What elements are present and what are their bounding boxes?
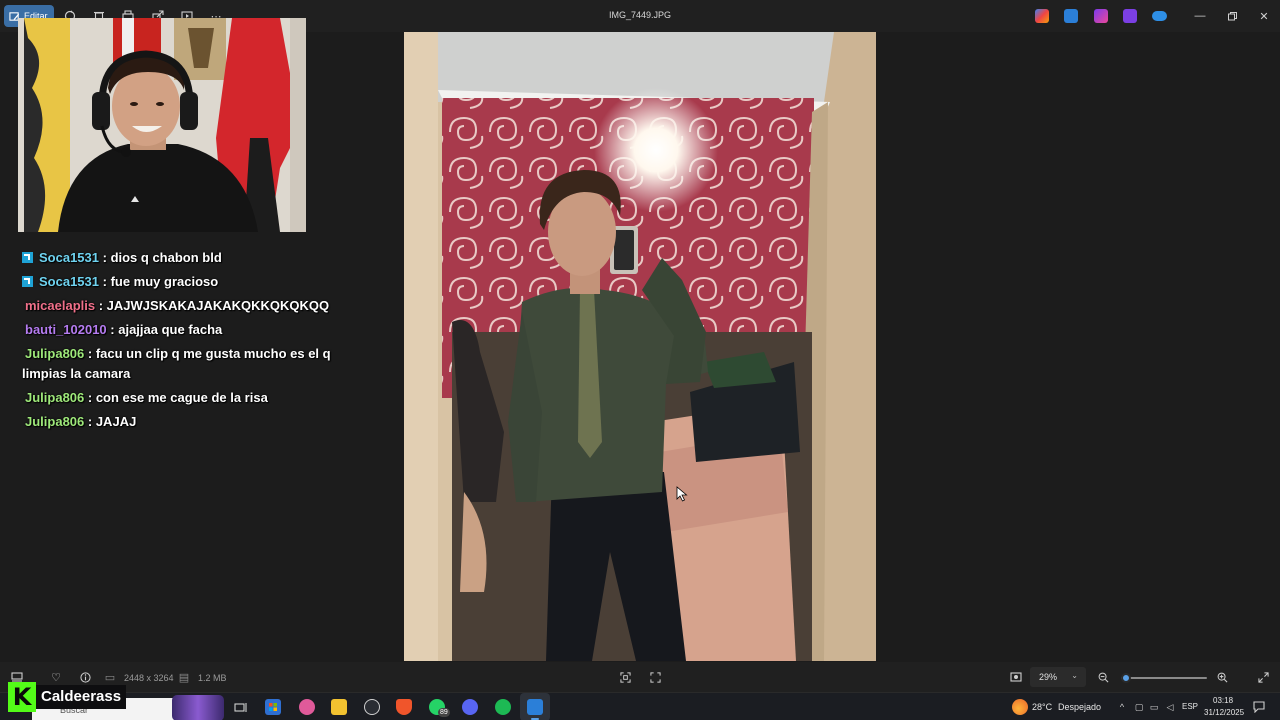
chat-username: bauti_102010 (25, 322, 107, 337)
tray-app-icon[interactable]: ▢ (1133, 701, 1145, 713)
zoom-slider[interactable] (1121, 673, 1207, 683)
zoom-slider-thumb[interactable] (1121, 673, 1132, 683)
clock-time[interactable]: 03:18 (1213, 696, 1233, 705)
chat-message: bauti_102010 : ajajjaa que facha (25, 322, 223, 337)
input-language[interactable]: ESP (1182, 702, 1198, 711)
spotify-icon[interactable] (495, 699, 511, 715)
chat-username: Soca1531 (39, 274, 99, 289)
microsoft-store-icon[interactable] (265, 699, 281, 715)
chat-text: JAJAJ (95, 414, 137, 429)
chat-text: con ese me cague de la risa (95, 390, 268, 405)
zoom-to-fit-icon[interactable] (1008, 669, 1024, 685)
clock-date[interactable]: 31/12/2025 (1204, 708, 1244, 717)
webcam-image (18, 18, 306, 232)
streamer-webcam (18, 18, 306, 232)
file-size-icon: ▤ (178, 671, 190, 684)
photos-app-window: Editar ⋯ IMG_7449.JPG — ✕ Soca1531: dio… (0, 0, 1280, 720)
info-icon[interactable] (77, 669, 93, 685)
task-view-icon[interactable] (232, 699, 248, 715)
chat-text: dios q chabon bld (110, 250, 222, 265)
onedrive-icon[interactable] (1152, 11, 1167, 21)
chat-message: Soca1531 : fue muy gracioso (22, 272, 342, 292)
kick-logo-icon: K (8, 682, 36, 712)
chat-message: micaelaplis : JAJWJSKAKAJAKAKQKKQKQKQQ (25, 298, 330, 313)
photos-app-icon[interactable] (527, 699, 543, 715)
subscriber-badge-icon (22, 276, 33, 287)
chat-message: Julipa806 : JAJAJ (25, 414, 137, 429)
image-size-icon: ▭ (104, 671, 116, 684)
gx-app-icon[interactable] (299, 699, 315, 715)
chevron-up-icon[interactable]: ^ (1116, 701, 1128, 713)
streamer-name: Caldeerass (36, 685, 127, 709)
chat-username: Julipa806 (25, 346, 85, 361)
chat-text: JAJWJSKAKAJAKAKQKKQKQKQQ (106, 298, 330, 313)
chat-text: fue muy gracioso (110, 274, 219, 289)
mirror-selfie-image (404, 32, 876, 661)
chat-username: Soca1531 (39, 250, 99, 265)
designer-icon[interactable] (1094, 9, 1108, 23)
chat-message: Julipa806 : con ese me cague de la risa (25, 390, 268, 405)
chat-username: Julipa806 (25, 414, 85, 429)
file-size: 1.2 MB (198, 673, 227, 683)
chat-text: ajajjaa que facha (118, 322, 223, 337)
search-highlight-image[interactable] (172, 695, 224, 720)
network-icon[interactable]: ▭ (1148, 701, 1160, 713)
image-dimensions: 2448 x 3264 (124, 673, 174, 683)
weather-description: Despejado (1058, 702, 1102, 712)
copilot-icon[interactable] (1035, 9, 1049, 23)
image-editor-icon[interactable] (1064, 9, 1078, 23)
displayed-photo[interactable] (404, 32, 876, 661)
whatsapp-unread-badge: 89 (438, 708, 450, 717)
fullscreen-icon[interactable] (1255, 669, 1271, 685)
stream-chat: Soca1531 : dios q chabon bld Soca1531 : … (22, 248, 342, 436)
chat-username: Julipa806 (25, 390, 85, 405)
actual-size-icon[interactable] (647, 669, 663, 685)
minimize-icon[interactable]: — (1192, 8, 1208, 24)
steam-icon[interactable] (364, 699, 380, 715)
zoom-level-dropdown[interactable]: 29% ⌄ (1030, 667, 1086, 687)
fit-to-window-icon[interactable] (617, 669, 633, 685)
file-explorer-icon[interactable] (331, 699, 347, 715)
zoom-in-icon[interactable] (1214, 669, 1230, 685)
chevron-down-icon: ⌄ (1071, 671, 1078, 680)
weather-temperature: 28°C (1032, 702, 1053, 712)
mouse-pointer-icon (676, 486, 688, 502)
windows-taskbar: Buscar K Caldeerass 89 28°C Despejado ^ … (0, 682, 1280, 720)
chat-username: micaelaplis (25, 298, 96, 313)
favorite-heart-icon[interactable]: ♡ (48, 669, 64, 685)
zoom-out-icon[interactable] (1095, 669, 1111, 685)
discord-icon[interactable] (462, 699, 478, 715)
notifications-icon[interactable] (1252, 700, 1266, 714)
restore-icon[interactable] (1224, 8, 1240, 24)
subscriber-badge-icon (22, 252, 33, 263)
brave-browser-icon[interactable] (396, 699, 412, 715)
status-bar: ♡ ▭ 2448 x 3264 ▤ 1.2 MB 29% ⌄ (0, 662, 1280, 692)
weather-sunny-icon[interactable] (1012, 699, 1028, 715)
close-icon[interactable]: ✕ (1256, 8, 1272, 24)
chat-message: Julipa806 : facu un clip q me gusta much… (22, 346, 331, 381)
chat-message: Soca1531 : dios q chabon bld (22, 248, 342, 268)
zoom-level-value: 29% (1039, 672, 1058, 682)
volume-icon[interactable]: ◁ (1164, 701, 1176, 713)
clipchamp-icon[interactable] (1123, 9, 1137, 23)
